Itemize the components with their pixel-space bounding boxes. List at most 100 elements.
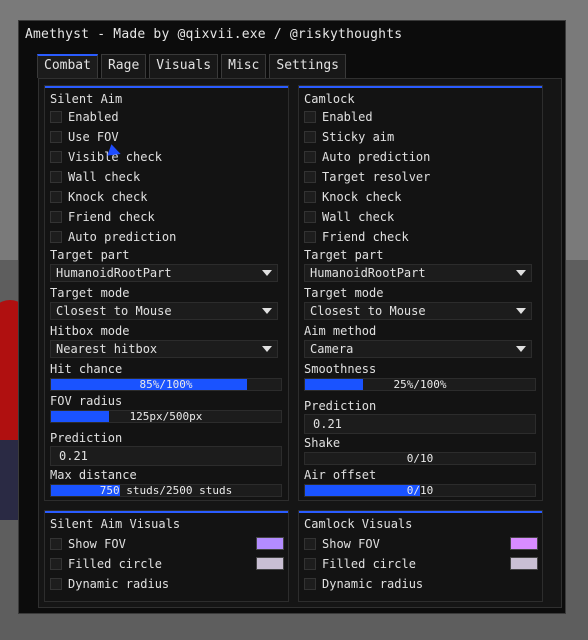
silent-aim-visuals-title: Silent Aim Visuals bbox=[50, 517, 181, 531]
camlock-enabled-checkbox[interactable]: Enabled bbox=[304, 110, 373, 124]
group-accent-bar bbox=[45, 511, 288, 513]
sticky-aim-checkbox[interactable]: Sticky aim bbox=[304, 130, 394, 144]
dropdown-value: Nearest hitbox bbox=[56, 342, 158, 356]
checkbox-box[interactable] bbox=[304, 131, 316, 143]
checkbox-box[interactable] bbox=[304, 578, 316, 590]
checkbox-box[interactable] bbox=[50, 151, 62, 163]
fov-radius-slider[interactable]: 125px/500px bbox=[50, 410, 282, 423]
tab-visuals[interactable]: Visuals bbox=[149, 54, 219, 78]
checkbox-label: Show FOV bbox=[322, 537, 380, 551]
camlock-prediction-input[interactable]: 0.21 bbox=[304, 414, 536, 434]
checkbox-label: Auto prediction bbox=[68, 230, 177, 244]
shake-label: Shake bbox=[304, 436, 341, 450]
cl-show-fov-checkbox[interactable]: Show FOV bbox=[304, 537, 380, 551]
camlock-wall-check-checkbox[interactable]: Wall check bbox=[304, 210, 394, 224]
friend-check-checkbox[interactable]: Friend check bbox=[50, 210, 155, 224]
hit-chance-slider[interactable]: 85%/100% bbox=[50, 378, 282, 391]
cl-fov-color-swatch[interactable] bbox=[510, 537, 538, 550]
wall-check-checkbox[interactable]: Wall check bbox=[50, 170, 140, 184]
camlock-target-mode-label: Target mode bbox=[304, 286, 384, 300]
smoothness-label: Smoothness bbox=[304, 362, 377, 376]
visible-check-checkbox[interactable]: Visible check bbox=[50, 150, 162, 164]
camlock-group: Camlock Enabled Sticky aim Auto predicti… bbox=[298, 85, 543, 501]
slider-value: 125px/500px bbox=[129, 410, 203, 423]
checkbox-box[interactable] bbox=[50, 558, 62, 570]
checkbox-box[interactable] bbox=[304, 211, 316, 223]
slider-value: 25%/100% bbox=[393, 378, 447, 391]
camlock-friend-check-checkbox[interactable]: Friend check bbox=[304, 230, 409, 244]
checkbox-box[interactable] bbox=[304, 558, 316, 570]
checkbox-label: Sticky aim bbox=[322, 130, 395, 144]
sa-fov-color-swatch[interactable] bbox=[256, 537, 284, 550]
tab-combat[interactable]: Combat bbox=[37, 54, 98, 78]
checkbox-box[interactable] bbox=[50, 578, 62, 590]
checkbox-box[interactable] bbox=[304, 151, 316, 163]
fov-radius-label: FOV radius bbox=[50, 394, 123, 408]
checkbox-label: Dynamic radius bbox=[68, 577, 170, 591]
slider-value: 750 studs/2500 studs bbox=[99, 484, 233, 497]
target-part-dropdown[interactable]: HumanoidRootPart bbox=[50, 264, 278, 282]
cl-dynamic-radius-checkbox[interactable]: Dynamic radius bbox=[304, 577, 423, 591]
dropdown-value: HumanoidRootPart bbox=[56, 266, 172, 280]
checkbox-box[interactable] bbox=[50, 171, 62, 183]
target-mode-dropdown[interactable]: Closest to Mouse bbox=[50, 302, 278, 320]
checkbox-box[interactable] bbox=[304, 231, 316, 243]
sa-show-fov-checkbox[interactable]: Show FOV bbox=[50, 537, 126, 551]
camlock-auto-prediction-checkbox[interactable]: Auto prediction bbox=[304, 150, 430, 164]
checkbox-label: Use FOV bbox=[68, 130, 119, 144]
checkbox-label: Dynamic radius bbox=[322, 577, 424, 591]
sa-filled-circle-checkbox[interactable]: Filled circle bbox=[50, 557, 162, 571]
aim-method-dropdown[interactable]: Camera bbox=[304, 340, 532, 358]
air-offset-slider[interactable]: 0/10 bbox=[304, 484, 536, 497]
silent-aim-group: Silent Aim Enabled Use FOV Visible check… bbox=[44, 85, 289, 501]
camlock-knock-check-checkbox[interactable]: Knock check bbox=[304, 190, 401, 204]
checkbox-label: Filled circle bbox=[68, 557, 162, 571]
knock-check-checkbox[interactable]: Knock check bbox=[50, 190, 147, 204]
tab-misc[interactable]: Misc bbox=[221, 54, 267, 78]
checkbox-label: Enabled bbox=[322, 110, 373, 124]
auto-prediction-checkbox[interactable]: Auto prediction bbox=[50, 230, 176, 244]
use-fov-checkbox[interactable]: Use FOV bbox=[50, 130, 119, 144]
slider-value: 0/10 bbox=[406, 452, 434, 465]
checkbox-box[interactable] bbox=[304, 171, 316, 183]
checkbox-box[interactable] bbox=[50, 111, 62, 123]
tab-rage[interactable]: Rage bbox=[100, 54, 147, 78]
camlock-visuals-title: Camlock Visuals bbox=[304, 517, 413, 531]
slider-value: 0/10 bbox=[406, 484, 434, 497]
sa-fill-color-swatch[interactable] bbox=[256, 557, 284, 570]
silent-aim-title: Silent Aim bbox=[50, 92, 123, 106]
checkbox-label: Friend check bbox=[322, 230, 409, 244]
chevron-down-icon bbox=[262, 346, 272, 352]
cl-fill-color-swatch[interactable] bbox=[510, 557, 538, 570]
checkbox-box[interactable] bbox=[50, 191, 62, 203]
hitbox-mode-dropdown[interactable]: Nearest hitbox bbox=[50, 340, 278, 358]
dropdown-value: Closest to Mouse bbox=[310, 304, 426, 318]
checkbox-box[interactable] bbox=[304, 111, 316, 123]
chevron-down-icon bbox=[516, 346, 526, 352]
camlock-target-part-dropdown[interactable]: HumanoidRootPart bbox=[304, 264, 532, 282]
camlock-prediction-label: Prediction bbox=[304, 399, 377, 413]
sa-dynamic-radius-checkbox[interactable]: Dynamic radius bbox=[50, 577, 169, 591]
checkbox-box[interactable] bbox=[50, 538, 62, 550]
checkbox-box[interactable] bbox=[50, 211, 62, 223]
chevron-down-icon bbox=[262, 270, 272, 276]
tab-settings[interactable]: Settings bbox=[269, 54, 347, 78]
checkbox-box[interactable] bbox=[50, 231, 62, 243]
shake-slider[interactable]: 0/10 bbox=[304, 452, 536, 465]
tab-bar: Combat Rage Visuals Misc Settings bbox=[37, 54, 347, 78]
target-mode-label: Target mode bbox=[50, 286, 130, 300]
target-resolver-checkbox[interactable]: Target resolver bbox=[304, 170, 430, 184]
prediction-input[interactable]: 0.21 bbox=[50, 446, 282, 466]
cl-filled-circle-checkbox[interactable]: Filled circle bbox=[304, 557, 416, 571]
max-distance-slider[interactable]: 750 studs/2500 studs bbox=[50, 484, 282, 497]
silent-aim-visuals-group: Silent Aim Visuals Show FOV Filled circl… bbox=[44, 510, 289, 602]
checkbox-box[interactable] bbox=[304, 538, 316, 550]
target-part-label: Target part bbox=[50, 248, 130, 262]
smoothness-slider[interactable]: 25%/100% bbox=[304, 378, 536, 391]
checkbox-box[interactable] bbox=[304, 191, 316, 203]
checkbox-box[interactable] bbox=[50, 131, 62, 143]
silent-aim-enabled-checkbox[interactable]: Enabled bbox=[50, 110, 119, 124]
camlock-title: Camlock bbox=[304, 92, 355, 106]
camlock-visuals-group: Camlock Visuals Show FOV Filled circle D… bbox=[298, 510, 543, 602]
camlock-target-mode-dropdown[interactable]: Closest to Mouse bbox=[304, 302, 532, 320]
